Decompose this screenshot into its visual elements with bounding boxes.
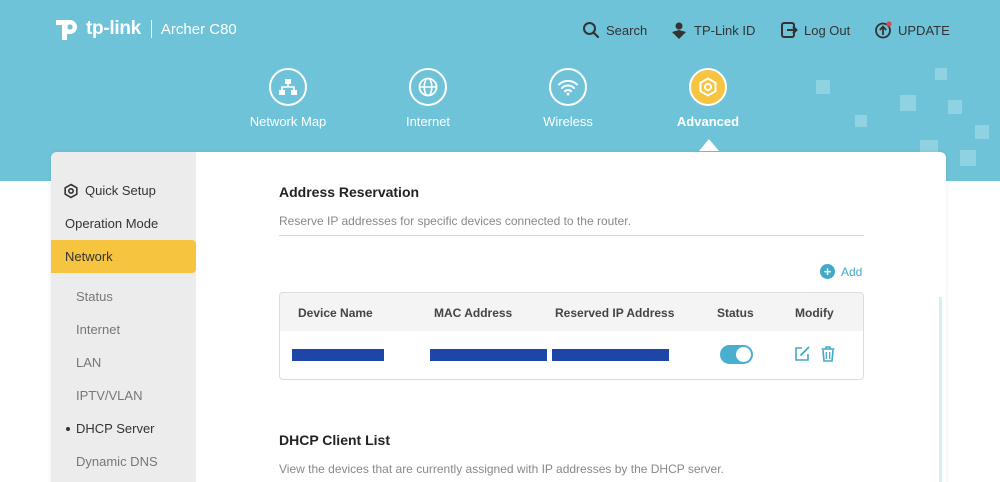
sidebar-item-internet[interactable]: Internet [51,313,196,346]
scrollbar[interactable] [939,297,942,482]
sidebar-item-label: Network [65,249,113,264]
decor-square [948,100,962,114]
column-header: Modify [795,306,834,320]
plus-icon: + [820,264,835,279]
globe-icon [418,77,438,97]
nav-wireless[interactable]: Wireless [508,68,628,129]
sidebar: Quick Setup Operation Mode Network Statu… [51,152,196,482]
decor-square [975,125,989,139]
current-item-dot [66,426,70,431]
sidebar-item-iptv-vlan[interactable]: IPTV/VLAN [51,379,196,412]
nav-advanced[interactable]: Advanced [648,68,768,129]
account-icon [672,22,686,39]
reservation-table: Device Name MAC Address Reserved IP Addr… [279,292,864,380]
update-link[interactable]: UPDATE [874,21,950,39]
nav-icon-circle [689,68,727,106]
table-header: Device Name MAC Address Reserved IP Addr… [280,293,863,331]
nav-icon-circle [409,68,447,106]
update-label: UPDATE [898,22,950,38]
section-title: Address Reservation [279,184,420,200]
nav-label: Network Map [249,114,327,129]
sidebar-item-label: IPTV/VLAN [76,388,143,403]
toggle-knob [736,347,751,362]
sidebar-item-label: Quick Setup [85,183,156,198]
section-description: Reserve IP addresses for specific device… [279,214,631,228]
sidebar-item-lan[interactable]: LAN [51,346,196,379]
column-header: Status [717,306,754,320]
status-toggle[interactable] [720,345,753,364]
sidebar-item-label: Operation Mode [65,216,159,231]
section-divider [279,235,864,236]
edit-icon[interactable] [793,345,811,363]
device-name-redacted [292,349,384,361]
add-label: Add [841,264,863,279]
sidebar-item-quick-setup[interactable]: Quick Setup [51,174,196,207]
decor-square [960,150,976,166]
column-header: MAC Address [434,306,513,320]
search-label: Search [606,22,648,38]
sidebar-item-network[interactable]: Network [51,240,196,273]
main-content: Address Reservation Reserve IP addresses… [196,152,946,482]
top-links: Search TP-Link ID Log Out UPDATE [0,21,1000,41]
table-row [280,331,863,379]
nav-internet[interactable]: Internet [368,68,488,129]
sidebar-item-operation-mode[interactable]: Operation Mode [51,207,196,240]
wifi-icon [558,79,578,96]
add-reservation-button[interactable]: + Add [820,264,862,279]
active-nav-pointer [699,139,719,151]
decor-square [900,95,916,111]
decor-square [855,115,867,127]
delete-icon[interactable] [819,345,837,363]
sidebar-item-label: Status [76,289,113,304]
sidebar-item-dynamic-dns[interactable]: Dynamic DNS [51,445,196,478]
logout-label: Log Out [804,22,851,38]
tplink-id-link[interactable]: TP-Link ID [670,21,755,39]
nav-label: Wireless [543,114,593,129]
gear-icon [699,77,717,97]
sidebar-item-status[interactable]: Status [51,280,196,313]
decor-square [935,68,947,80]
column-header: Reserved IP Address [555,306,675,320]
nav-label: Internet [405,114,451,129]
sidebar-item-label: DHCP Server [76,421,155,436]
tplink-id-label: TP-Link ID [694,22,756,38]
nav-icon-circle [269,68,307,106]
update-icon [875,21,892,39]
client-list-description: View the devices that are currently assi… [279,462,724,476]
client-list-title: DHCP Client List [279,432,390,448]
content-card: Quick Setup Operation Mode Network Statu… [51,152,946,482]
sidebar-item-label: Dynamic DNS [76,454,158,469]
ip-address-redacted [552,349,669,361]
sidebar-item-label: Internet [76,322,121,337]
sidebar-item-dhcp-server[interactable]: DHCP Server [51,412,196,445]
gear-icon [64,183,78,198]
sidebar-item-label: LAN [76,355,102,370]
nav-icon-circle [549,68,587,106]
nav-network-map[interactable]: Network Map [228,68,348,129]
logout-link[interactable]: Log Out [780,21,850,39]
logout-icon [781,22,798,38]
decor-square [816,80,830,94]
search-link[interactable]: Search [582,21,647,39]
mac-address-redacted [430,349,547,361]
column-header: Device Name [298,306,373,320]
search-icon [583,22,600,39]
network-map-icon [279,79,297,95]
nav-label: Advanced [676,114,740,129]
